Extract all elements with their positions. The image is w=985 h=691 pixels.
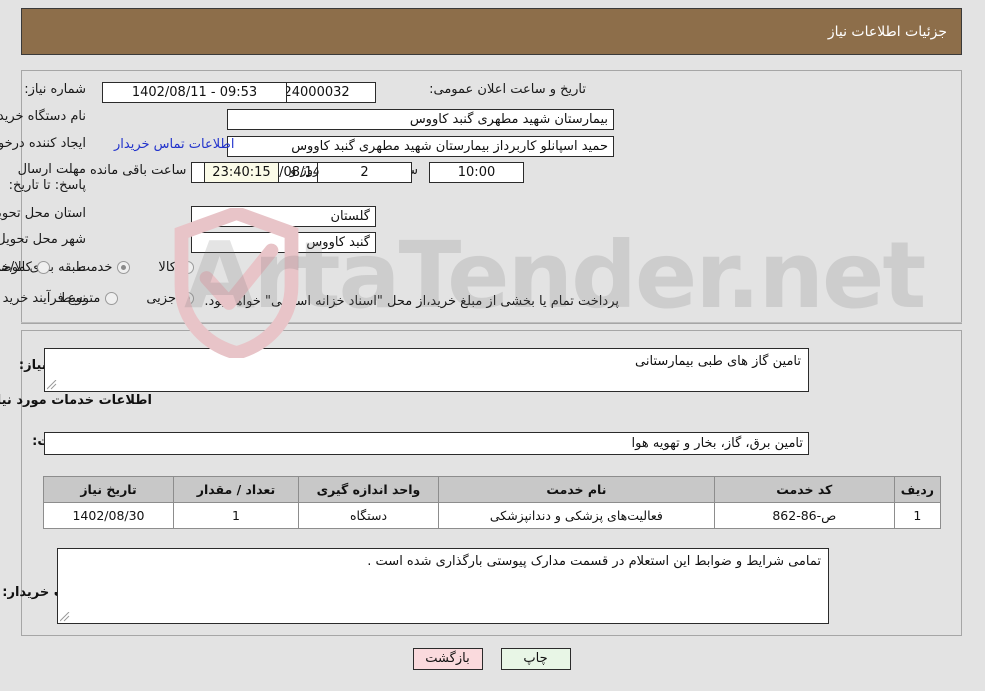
request-creator-label: ایجاد کننده درخواست: xyxy=(0,136,87,151)
td-qty: 1 xyxy=(174,502,300,529)
province-field[interactable]: گلستان xyxy=(192,206,377,227)
deadline-time-field[interactable]: 10:00 xyxy=(430,162,525,183)
deadline-countdown-suffix: ساعت باقی مانده xyxy=(91,163,188,178)
city-label: شهر محل تحویل: xyxy=(0,232,87,247)
general-desc-value: تامین گاز های طبی بیمارستانی xyxy=(636,354,802,369)
deadline-days-suffix: روز و xyxy=(291,163,321,178)
need-number-row: شماره نیاز: xyxy=(25,82,87,97)
back-button[interactable]: بازگشت xyxy=(413,648,484,670)
category-option-label-0: کالا xyxy=(159,260,177,275)
table-row: 1 ص-86-862 فعالیت‌های پزشکی و دندانپزشکی… xyxy=(44,502,943,529)
category-option-kala[interactable]: کالا xyxy=(157,260,195,275)
page-title-bar: جزئیات اطلاعات نیاز xyxy=(22,8,963,55)
th-name: نام خدمت xyxy=(439,476,716,503)
table-header-row: ردیف کد خدمت نام خدمت واحد اندازه گیری ت… xyxy=(44,476,943,503)
deadline-label-wrap: مهلت ارسال پاسخ: تا تاریخ: xyxy=(0,162,87,194)
th-code: کد خدمت xyxy=(714,476,896,503)
category-option-label-1: خدمت xyxy=(78,260,114,275)
radio-icon[interactable] xyxy=(182,292,195,305)
process-type-options: جزیی متوسط xyxy=(58,291,195,306)
radio-icon[interactable] xyxy=(37,261,51,274)
resize-grip-icon[interactable] xyxy=(61,612,71,622)
public-announce-label: تاریخ و ساعت اعلان عمومی: xyxy=(430,82,587,97)
city-field[interactable]: گنبد کاووس xyxy=(192,232,377,253)
radio-icon[interactable] xyxy=(106,292,120,305)
radio-icon[interactable] xyxy=(182,261,195,274)
td-unit: دستگاه xyxy=(299,502,440,529)
th-qty: تعداد / مقدار xyxy=(174,476,300,503)
category-options: کالا خدمت کالا/خدمت xyxy=(0,260,195,275)
buyer-notes-textarea[interactable]: تمامی شرایط و ضوابط این استعلام در قسمت … xyxy=(58,548,830,624)
page-title: جزئیات اطلاعات نیاز xyxy=(828,23,948,40)
resize-grip-icon[interactable] xyxy=(48,380,58,390)
th-row: ردیف xyxy=(894,476,943,503)
panel-divider xyxy=(22,322,963,323)
city-row: شهر محل تحویل: xyxy=(0,232,87,247)
category-option-khedmat[interactable]: خدمت xyxy=(77,260,132,275)
treasury-note: پرداخت تمام یا بخشی از مبلغ خرید،از محل … xyxy=(205,294,620,309)
request-creator-field[interactable]: حمید اسپانلو کاربرداز بیمارستان شهید مطه… xyxy=(228,136,615,157)
deadline-countdown-field: 23:40:15 xyxy=(205,162,280,183)
deadline-days-field[interactable]: 2 xyxy=(318,162,413,183)
page-root: جزئیات اطلاعات نیاز ArtaTender.net شماره… xyxy=(0,0,985,691)
buyer-org-label: نام دستگاه خریدار: xyxy=(0,109,87,124)
buyer-notes-value: تمامی شرایط و ضوابط این استعلام در قسمت … xyxy=(368,554,822,569)
footer-button-bar: بازگشت چاپ xyxy=(0,648,985,670)
buyer-contact-link[interactable]: اطلاعات تماس خریدار xyxy=(115,137,235,152)
need-number-label: شماره نیاز: xyxy=(25,82,87,97)
process-option-motavaset[interactable]: متوسط xyxy=(58,291,120,306)
services-heading: اطلاعات خدمات مورد نیاز xyxy=(0,393,153,408)
process-option-label-0: جزیی xyxy=(147,291,177,306)
process-option-jozee[interactable]: جزیی xyxy=(145,291,195,306)
th-date: تاریخ نیاز xyxy=(44,476,175,503)
print-button[interactable]: چاپ xyxy=(501,648,572,670)
public-announce-field[interactable]: 09:53 - 1402/08/11 xyxy=(103,82,288,103)
td-date: 1402/08/30 xyxy=(44,502,175,529)
td-name: فعالیت‌های پزشکی و دندانپزشکی xyxy=(439,502,716,529)
td-code: ص-86-862 xyxy=(714,502,896,529)
radio-icon[interactable] xyxy=(118,261,132,274)
th-unit: واحد اندازه گیری xyxy=(299,476,440,503)
general-desc-textarea[interactable]: تامین گاز های طبی بیمارستانی xyxy=(45,348,810,392)
province-label: استان محل تحویل: xyxy=(0,206,87,221)
category-option-label-2: کالا/خدمت xyxy=(0,260,33,275)
deadline-label: مهلت ارسال پاسخ: تا تاریخ: xyxy=(9,162,87,193)
province-row: استان محل تحویل: xyxy=(0,206,87,221)
buyer-org-field[interactable]: بیمارستان شهید مطهری گنبد کاووس xyxy=(228,109,615,130)
request-creator-row: ایجاد کننده درخواست: xyxy=(0,136,87,151)
td-row: 1 xyxy=(894,502,943,529)
service-group-field[interactable]: تامین برق، گاز، بخار و تهویه هوا xyxy=(45,432,810,455)
buyer-org-row: نام دستگاه خریدار: xyxy=(0,109,87,124)
services-table: ردیف کد خدمت نام خدمت واحد اندازه گیری ت… xyxy=(44,476,943,529)
process-option-label-1: متوسط xyxy=(60,291,102,306)
category-option-kala-khedmat[interactable]: کالا/خدمت xyxy=(0,260,51,275)
public-announce-row: تاریخ و ساعت اعلان عمومی: xyxy=(430,82,587,97)
